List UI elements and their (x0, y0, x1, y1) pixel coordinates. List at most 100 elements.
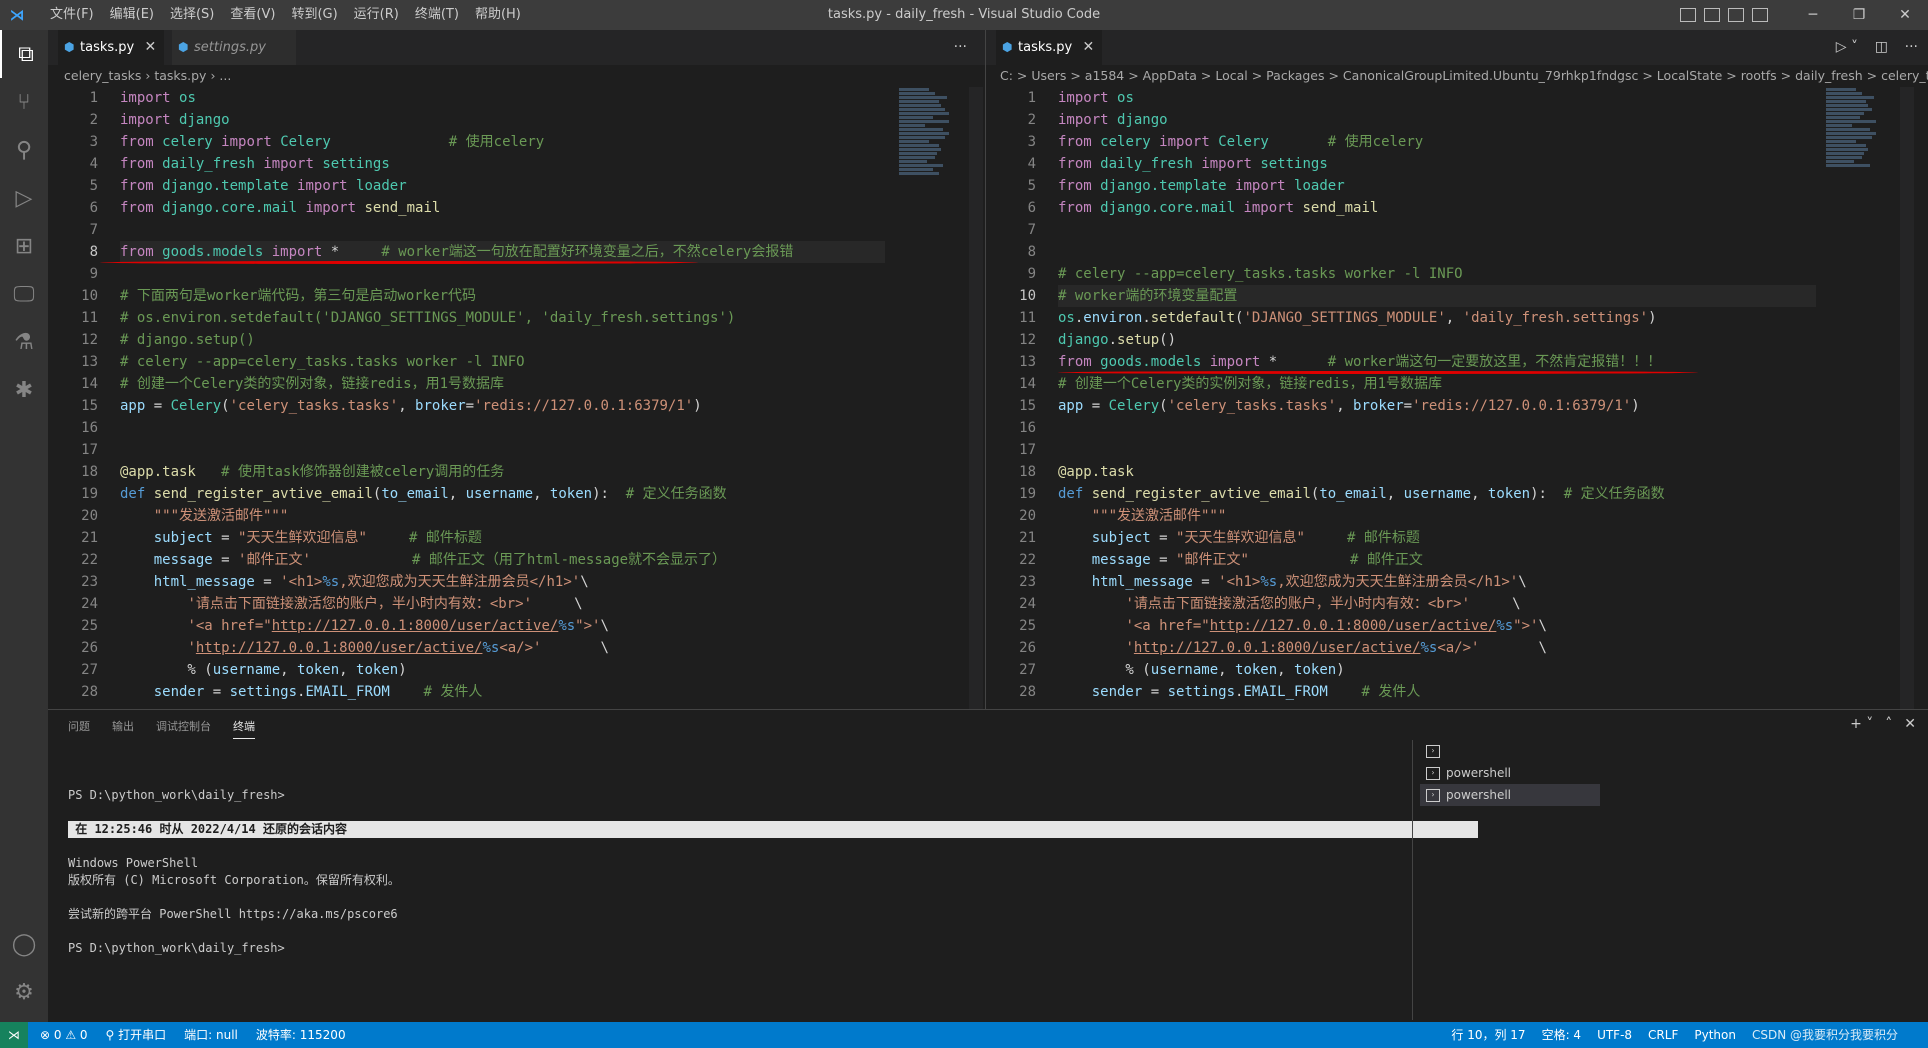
terminal-list-item[interactable]: › (1420, 740, 1600, 762)
line-number: 1 (1027, 90, 1036, 106)
line-number: 17 (1019, 442, 1036, 458)
customize-layout-icon[interactable] (1752, 8, 1768, 22)
testing-icon[interactable]: ⚗ (0, 318, 48, 366)
terminal-line: Windows PowerShell (68, 856, 199, 870)
terminal-list-item-active[interactable]: › powershell (1420, 784, 1600, 806)
panel-tabs: 问题 输出 调试控制台 终端 (68, 716, 255, 739)
tab-close-icon[interactable]: ✕ (144, 30, 156, 65)
code-area[interactable]: import os import django from celery impo… (120, 87, 885, 703)
explorer-icon[interactable]: ⧉ (0, 30, 50, 78)
more-actions-icon[interactable]: ··· (954, 30, 967, 65)
terminal-list: › › powershell › powershell (1420, 740, 1600, 806)
left-editor-scrollbar[interactable] (969, 87, 983, 709)
tab-close-icon[interactable]: ✕ (1082, 30, 1094, 65)
bottom-panel: 问题 输出 调试控制台 终端 + ˅ ˄ ✕ PS D:\python_work… (48, 709, 1928, 1023)
split-editor-icon[interactable]: ◫ (1875, 30, 1888, 65)
line-number: 11 (81, 310, 98, 326)
menu-view[interactable]: 查看(V) (222, 0, 283, 30)
end-of-line[interactable]: CRLF (1648, 1022, 1678, 1048)
line-number: 6 (89, 200, 98, 216)
minimap-right[interactable] (1822, 87, 1892, 709)
right-code-editor[interactable]: 1 2 3 4 5 6 7 8 9 10 11 12 13 14 15 16 17 18 19 20 21 22 23 24 2… (986, 87, 1816, 709)
tab-tasks-left[interactable]: ⬢ tasks.py ✕ (58, 30, 165, 65)
remote-explorer-icon[interactable]: 🖵 (0, 270, 48, 318)
plugin-icon[interactable]: ✱ (0, 366, 48, 414)
line-number-gutter: 1 2 3 4 5 6 7 8 9 10 11 12 13 14 15 16 17 18 19 20 21 22 23 24 2… (986, 87, 1036, 703)
toggle-panel-icon[interactable] (1704, 8, 1720, 22)
encoding[interactable]: UTF-8 (1597, 1022, 1632, 1048)
more-actions-icon[interactable]: ··· (1905, 30, 1918, 65)
line-number: 19 (1019, 486, 1036, 502)
line-number: 27 (81, 662, 98, 678)
line-number: 1 (89, 90, 98, 106)
line-number: 16 (1019, 420, 1036, 436)
menu-edit[interactable]: 编辑(E) (102, 0, 162, 30)
minimap-left[interactable] (895, 87, 965, 709)
right-editor-scrollbar[interactable] (1900, 87, 1914, 709)
line-number: 20 (81, 508, 98, 524)
line-number-gutter: 1 2 3 4 5 6 7 8 9 10 11 12 13 14 15 16 17 18 19 20 21 22 23 24 2… (48, 87, 98, 703)
menu-help[interactable]: 帮助(H) (467, 0, 529, 30)
toggle-secondary-sidebar-icon[interactable] (1728, 8, 1744, 22)
menu-file[interactable]: 文件(F) (42, 0, 102, 30)
line-number: 16 (81, 420, 98, 436)
breadcrumb-file[interactable]: tasks.py (154, 68, 206, 83)
run-file-icon[interactable]: ▷ ˅ (1836, 30, 1858, 65)
account-icon[interactable]: ◯ (0, 920, 48, 968)
tab-settings[interactable]: ⬢ settings.py (172, 30, 296, 65)
red-annotation-underline (100, 261, 698, 264)
tab-label: settings.py (194, 40, 266, 55)
line-number: 3 (89, 134, 98, 150)
line-number: 19 (81, 486, 98, 502)
terminal-output[interactable]: PS D:\python_work\daily_fresh> 在 12:25:4… (68, 770, 1488, 957)
search-icon[interactable]: ⚲ (0, 126, 48, 174)
right-tab-bar: ⬢ tasks.py ✕ ▷ ˅ ◫ ··· (986, 30, 1928, 65)
port-status[interactable]: 端口: null (184, 1022, 238, 1048)
terminal-line: 尝试新的跨平台 PowerShell https://aka.ms/pscore… (68, 907, 398, 921)
tab-terminal[interactable]: 终端 (233, 716, 255, 739)
maximize-panel-icon[interactable]: ˄ (1885, 716, 1892, 732)
breadcrumb-folder[interactable]: celery_tasks (64, 68, 141, 83)
python-file-icon: ⬢ (178, 40, 189, 54)
line-number: 24 (1019, 596, 1036, 612)
menu-go[interactable]: 转到(G) (283, 0, 345, 30)
toggle-sidebar-icon[interactable] (1680, 8, 1696, 22)
line-number: 2 (89, 112, 98, 128)
terminal-line: 版权所有 (C) Microsoft Corporation。保留所有权利。 (68, 873, 400, 887)
tab-tasks-right[interactable]: ⬢ tasks.py ✕ (996, 30, 1103, 65)
cursor-position[interactable]: 行 10，列 17 (1451, 1022, 1525, 1048)
run-debug-icon[interactable]: ▷ (0, 174, 48, 222)
left-code-editor[interactable]: 1 2 3 4 5 6 7 8 9 10 11 12 13 14 15 16 17 18 19 20 21 22 23 24 2… (48, 87, 885, 709)
close-icon[interactable]: ✕ (1882, 0, 1928, 30)
remote-indicator-icon[interactable]: ⋊ (0, 1022, 28, 1048)
close-panel-icon[interactable]: ✕ (1904, 716, 1916, 732)
tab-problems[interactable]: 问题 (68, 716, 90, 739)
serial-status[interactable]: ⚲ 打开串口 (106, 1022, 167, 1048)
menu-terminal[interactable]: 终端(T) (407, 0, 467, 30)
terminal-icon: › (1426, 745, 1440, 758)
minimize-icon[interactable]: ─ (1790, 0, 1836, 30)
extensions-icon[interactable]: ⊞ (0, 222, 48, 270)
menu-run[interactable]: 运行(R) (346, 0, 407, 30)
problems-status[interactable]: ⊗ 0 ⚠ 0 (40, 1022, 88, 1048)
breadcrumb-symbol[interactable]: ... (219, 68, 231, 83)
menu-selection[interactable]: 选择(S) (162, 0, 222, 30)
language-mode[interactable]: Python (1694, 1022, 1736, 1048)
line-number: 7 (89, 222, 98, 238)
tab-debug-console[interactable]: 调试控制台 (156, 716, 211, 739)
restore-icon[interactable]: ❐ (1836, 0, 1882, 30)
vscode-logo-icon: ⋊ (9, 6, 25, 24)
tab-output[interactable]: 输出 (112, 716, 134, 739)
breadcrumb-right[interactable]: C: > Users > a1584 > AppData > Local > P… (1000, 65, 1928, 87)
source-control-icon[interactable]: ⑂ (0, 78, 48, 126)
terminal-list-item[interactable]: › powershell (1420, 762, 1600, 784)
indentation[interactable]: 空格: 4 (1542, 1022, 1582, 1048)
settings-gear-icon[interactable]: ⚙ (0, 968, 48, 1016)
baud-status[interactable]: 波特率: 115200 (256, 1022, 346, 1048)
line-number: 2 (1027, 112, 1036, 128)
code-area[interactable]: import os import django from celery impo… (1058, 87, 1816, 703)
new-terminal-icon[interactable]: + ˅ (1850, 716, 1873, 732)
layout-controls (1680, 0, 1768, 30)
line-number: 4 (89, 156, 98, 172)
